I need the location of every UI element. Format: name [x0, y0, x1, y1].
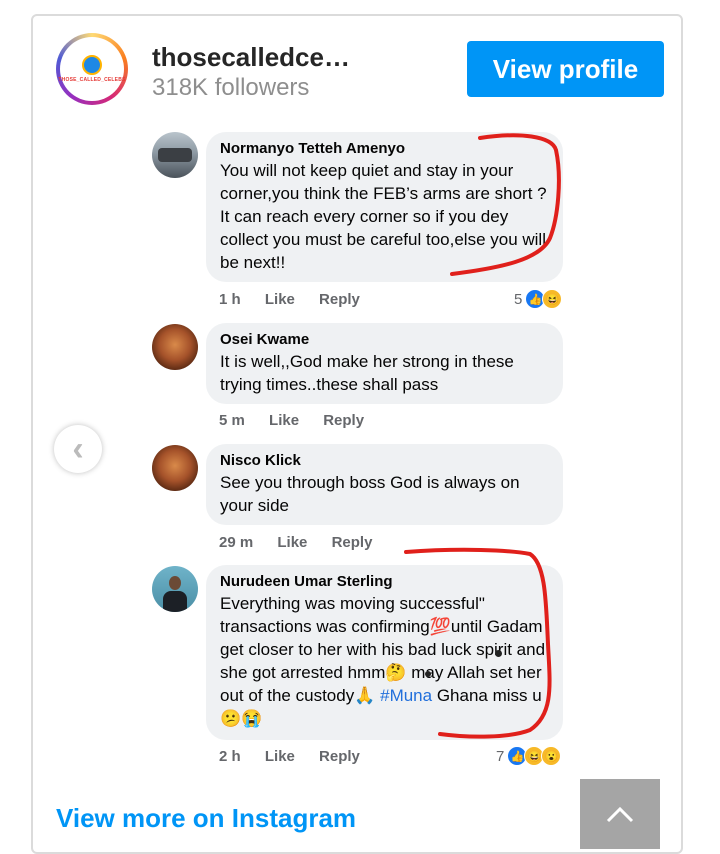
reaction-count: 5 [514, 290, 523, 308]
scroll-to-top-button[interactable] [580, 779, 660, 849]
previous-slide-button[interactable]: ‹ [54, 425, 102, 473]
comment-meta: 1 h Like Reply [219, 291, 380, 308]
profile-avatar[interactable]: THOSE_CALLED_CELEBS [56, 33, 128, 105]
reply-link[interactable]: Reply [332, 534, 373, 551]
comment-meta: 29 m Like Reply [219, 534, 392, 551]
wow-reaction-icon: 😮 [541, 746, 562, 766]
view-profile-button[interactable]: View profile [467, 41, 664, 97]
reaction-count: 7 [496, 747, 505, 765]
chevron-left-icon: ‹ [72, 429, 84, 468]
commenter-avatar [152, 566, 198, 612]
ink-dot [425, 671, 431, 677]
commenter-avatar [152, 445, 198, 491]
comment-author[interactable]: Nisco Klick [220, 452, 549, 469]
commenter-avatar [152, 324, 198, 370]
comment-text: It is well,,God make her strong in these… [220, 352, 514, 394]
profile-username[interactable]: thosecalledce… [152, 42, 350, 73]
follower-count: 318K followers [152, 74, 310, 101]
like-link[interactable]: Like [269, 412, 299, 429]
comment-time: 5 m [219, 412, 245, 429]
haha-reaction-icon: 😆 [542, 289, 563, 309]
comment-text: Everything was moving successful" transa… [220, 592, 549, 730]
comment-time: 2 h [219, 748, 241, 765]
comment-author[interactable]: Nurudeen Umar Sterling [220, 573, 549, 590]
view-more-on-instagram-link[interactable]: View more on Instagram [56, 803, 356, 834]
reply-link[interactable]: Reply [323, 412, 364, 429]
comment-author[interactable]: Osei Kwame [220, 331, 549, 348]
camera-logo-icon [82, 55, 102, 75]
reaction-summary[interactable]: 5 👍 😆 [514, 289, 563, 309]
like-link[interactable]: Like [265, 748, 295, 765]
comment-time: 29 m [219, 534, 254, 551]
comment-bubble: Nisco Klick See you through boss God is … [206, 444, 563, 525]
comment-author[interactable]: Normanyo Tetteh Amenyo [220, 140, 549, 157]
commenter-avatar [152, 132, 198, 178]
comment-meta: 5 m Like Reply [219, 412, 384, 429]
reply-link[interactable]: Reply [319, 748, 360, 765]
reaction-summary[interactable]: 7 👍 😆 😮 [496, 746, 562, 766]
comment-time: 1 h [219, 291, 241, 308]
like-link[interactable]: Like [277, 534, 307, 551]
chevron-up-icon [606, 806, 634, 823]
hashtag-link[interactable]: #Muna [380, 686, 432, 705]
reply-link[interactable]: Reply [319, 291, 360, 308]
comment-bubble: Nurudeen Umar Sterling Everything was mo… [206, 565, 563, 740]
ink-dot [495, 650, 502, 657]
comment-bubble: Osei Kwame It is well,,God make her stro… [206, 323, 563, 404]
comment-text: You will not keep quiet and stay in your… [220, 161, 547, 272]
like-link[interactable]: Like [265, 291, 295, 308]
comment-bubble: Normanyo Tetteh Amenyo You will not keep… [206, 132, 563, 282]
comment-text: See you through boss God is always on yo… [220, 473, 520, 515]
avatar-logo-text: THOSE_CALLED_CELEBS [58, 77, 126, 83]
comment-meta: 2 h Like Reply [219, 748, 380, 765]
